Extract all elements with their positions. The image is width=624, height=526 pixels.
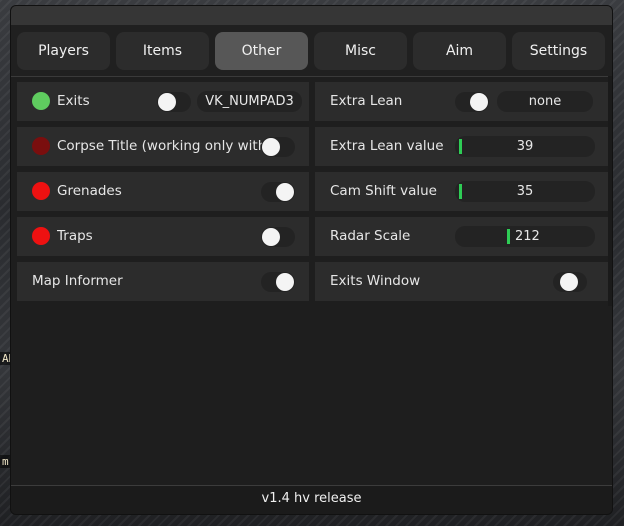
slider-value: 35	[516, 184, 534, 199]
tab-aim[interactable]: Aim	[413, 32, 506, 70]
radar-scale-row: Radar Scale 212	[315, 217, 608, 256]
extra-lean-value-row: Extra Lean value 39	[315, 127, 608, 166]
exits-window-row: Exits Window	[315, 262, 608, 301]
extra-lean-row: Extra Lean none	[315, 82, 608, 121]
title-bar[interactable]	[11, 6, 612, 25]
exits-color-dot[interactable]	[32, 92, 50, 110]
grenades-toggle[interactable]	[261, 182, 295, 202]
cam-shift-value-label: Cam Shift value	[330, 183, 437, 199]
traps-label: Traps	[57, 228, 93, 244]
tab-bar: Players Items Other Misc Aim Settings	[11, 25, 612, 77]
grenades-label: Grenades	[57, 183, 122, 199]
scrollbar[interactable]	[608, 76, 612, 306]
slider-value: 212	[515, 229, 540, 244]
corpse-title-toggle[interactable]	[261, 137, 295, 157]
radar-scale-slider[interactable]: 212	[455, 226, 595, 247]
grenades-row: Grenades	[17, 172, 309, 211]
exits-toggle[interactable]	[157, 92, 191, 112]
map-informer-row: Map Informer	[17, 262, 309, 301]
tab-other[interactable]: Other	[215, 32, 308, 70]
radar-scale-label: Radar Scale	[330, 228, 411, 244]
tab-misc[interactable]: Misc	[314, 32, 407, 70]
extra-lean-value-label: Extra Lean value	[330, 138, 444, 154]
corpse-title-color-dot[interactable]	[32, 137, 50, 155]
cam-shift-value-row: Cam Shift value 35	[315, 172, 608, 211]
grenades-color-dot[interactable]	[32, 182, 50, 200]
extra-lean-toggle[interactable]	[455, 92, 489, 112]
map-informer-toggle[interactable]	[261, 272, 295, 292]
tab-players[interactable]: Players	[17, 32, 110, 70]
extra-lean-value-slider[interactable]: 39	[455, 136, 595, 157]
exits-window-toggle[interactable]	[553, 272, 587, 292]
corpse-title-label: Corpse Title (working only with item	[57, 138, 263, 154]
extra-lean-label: Extra Lean	[330, 93, 403, 109]
cam-shift-value-slider[interactable]: 35	[455, 181, 595, 202]
exits-label: Exits	[57, 93, 90, 109]
traps-row: Traps	[17, 217, 309, 256]
exits-window-label: Exits Window	[330, 273, 421, 289]
cheat-menu-window: Players Items Other Misc Aim Settings Ex…	[11, 6, 612, 514]
corpse-title-row: Corpse Title (working only with item	[17, 127, 309, 166]
map-informer-label: Map Informer	[32, 273, 123, 289]
slider-handle[interactable]	[507, 229, 510, 244]
exits-keybind[interactable]: VK_NUMPAD3	[197, 91, 302, 112]
traps-color-dot[interactable]	[32, 227, 50, 245]
exits-row: Exits VK_NUMPAD3	[17, 82, 309, 121]
traps-toggle[interactable]	[261, 227, 295, 247]
version-text: v1.4 hv release	[261, 491, 362, 506]
tab-items[interactable]: Items	[116, 32, 209, 70]
tab-settings[interactable]: Settings	[512, 32, 605, 70]
version-footer: v1.4 hv release	[11, 485, 612, 514]
slider-value: 39	[516, 139, 534, 154]
extra-lean-keybind[interactable]: none	[497, 91, 593, 112]
